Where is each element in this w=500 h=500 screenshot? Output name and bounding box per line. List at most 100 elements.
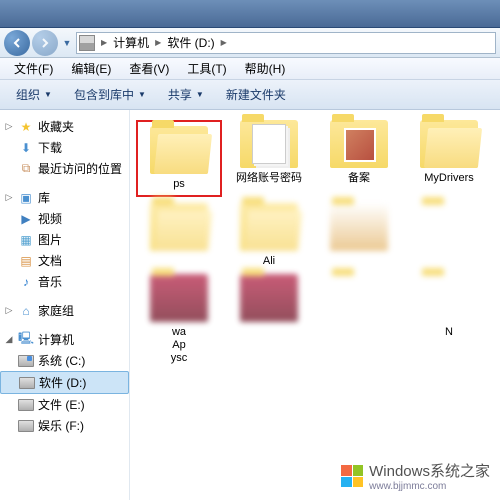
tree-music[interactable]: ♪音乐 — [0, 271, 129, 292]
tree-drive-e[interactable]: 文件 (E:) — [0, 394, 129, 415]
folder-ali[interactable]: Ali — [226, 203, 312, 268]
recent-icon: ⧉ — [18, 161, 34, 177]
back-button[interactable] — [4, 30, 30, 56]
file-icon — [330, 274, 388, 322]
chevron-right-icon: ▶ — [219, 38, 229, 47]
file-item[interactable] — [406, 203, 492, 268]
tree-label: 音乐 — [38, 273, 62, 290]
file-pane[interactable]: ps 网络账号密码 备案 MyDrivers Ali — [130, 110, 500, 500]
picture-icon: ▦ — [18, 232, 34, 248]
drive-icon — [79, 35, 95, 51]
tree-label: 计算机 — [38, 331, 74, 348]
organize-button[interactable]: 组织 ▼ — [8, 82, 60, 107]
file-label: ps — [173, 178, 185, 191]
folder-ps[interactable]: ps — [136, 120, 222, 197]
file-item[interactable] — [226, 274, 312, 365]
drive-icon — [18, 399, 34, 411]
address-bar: ▼ ▶ 计算机 ▶ 软件 (D:) ▶ — [0, 28, 500, 58]
chevron-down-icon: ▼ — [196, 90, 204, 99]
file-item[interactable] — [316, 203, 402, 268]
drive-icon — [19, 377, 35, 389]
folder-icon — [150, 126, 208, 174]
collapse-icon: ▷ — [4, 122, 14, 132]
breadcrumb-drive[interactable]: 软件 (D:) — [163, 34, 218, 51]
tree-downloads[interactable]: ⬇ 下载 — [0, 137, 129, 158]
tree-label: 家庭组 — [38, 302, 74, 319]
new-folder-button[interactable]: 新建文件夹 — [218, 82, 294, 107]
menu-tools[interactable]: 工具(T) — [179, 58, 234, 79]
collapse-icon: ▷ — [4, 306, 14, 316]
tree-homegroup[interactable]: ▷ ⌂ 家庭组 — [0, 300, 129, 321]
drive-icon — [18, 420, 34, 432]
tree-pictures[interactable]: ▦图片 — [0, 229, 129, 250]
music-icon: ♪ — [18, 274, 34, 290]
tree-label: 最近访问的位置 — [38, 160, 122, 177]
chevron-down-icon: ▼ — [138, 90, 146, 99]
tree-label: 收藏夹 — [38, 118, 74, 135]
forward-button[interactable] — [32, 30, 58, 56]
archive-icon — [240, 274, 298, 322]
tree-label: 视频 — [38, 210, 62, 227]
tree-label: 库 — [38, 189, 50, 206]
file-icon — [420, 203, 478, 251]
drive-icon — [18, 355, 34, 367]
document-icon: ▤ — [18, 253, 34, 269]
share-button[interactable]: 共享 ▼ — [160, 82, 212, 107]
folder-icon — [240, 203, 298, 251]
file-item[interactable]: N — [406, 274, 492, 365]
library-icon: ▣ — [18, 190, 34, 206]
tree-label: 娱乐 (F:) — [38, 417, 84, 434]
video-icon: ▶ — [18, 211, 34, 227]
window-titlebar — [0, 0, 500, 28]
folder-beian[interactable]: 备案 — [316, 120, 402, 197]
toolbar: 组织 ▼ 包含到库中 ▼ 共享 ▼ 新建文件夹 — [0, 80, 500, 110]
tree-label: 图片 — [38, 231, 62, 248]
homegroup-icon: ⌂ — [18, 303, 34, 319]
folder-icon — [420, 120, 478, 168]
file-label: MyDrivers — [424, 172, 474, 185]
tree-videos[interactable]: ▶视频 — [0, 208, 129, 229]
path-box[interactable]: ▶ 计算机 ▶ 软件 (D:) ▶ — [76, 32, 496, 54]
history-dropdown[interactable]: ▼ — [60, 34, 74, 52]
tree-label: 软件 (D:) — [39, 374, 86, 391]
chevron-right-icon: ▶ — [99, 38, 109, 47]
tree-drive-f[interactable]: 娱乐 (F:) — [0, 415, 129, 436]
computer-icon: 🖳 — [18, 332, 34, 348]
chevron-down-icon: ▼ — [44, 90, 52, 99]
tree-label: 文件 (E:) — [38, 396, 85, 413]
tree-drive-d[interactable]: 软件 (D:) — [0, 371, 129, 394]
file-zip[interactable]: wa Ap ysc 5.5.12-64b.zip — [136, 274, 222, 365]
file-icon — [330, 203, 388, 251]
tree-label: 下载 — [38, 139, 62, 156]
file-label: 网络账号密码 — [236, 172, 302, 185]
watermark-sub: 系统之家 — [430, 463, 490, 480]
file-label: Ali — [263, 255, 275, 268]
folder-icon — [150, 203, 208, 251]
folder-icon — [330, 120, 388, 168]
tree-label: 文档 — [38, 252, 62, 269]
tree-libraries[interactable]: ▷ ▣ 库 — [0, 187, 129, 208]
star-icon: ★ — [18, 119, 34, 135]
watermark-url: www.bjjmmc.com — [369, 481, 490, 492]
download-icon: ⬇ — [18, 140, 34, 156]
menu-view[interactable]: 查看(V) — [121, 58, 177, 79]
folder-item[interactable] — [136, 203, 222, 268]
menu-help[interactable]: 帮助(H) — [237, 58, 294, 79]
tree-recent[interactable]: ⧉ 最近访问的位置 — [0, 158, 129, 179]
include-library-button[interactable]: 包含到库中 ▼ — [66, 82, 154, 107]
tree-computer[interactable]: ◢ 🖳 计算机 — [0, 329, 129, 350]
tree-documents[interactable]: ▤文档 — [0, 250, 129, 271]
menu-file[interactable]: 文件(F) — [6, 58, 61, 79]
tree-label: 系统 (C:) — [38, 352, 85, 369]
tree-drive-c[interactable]: 系统 (C:) — [0, 350, 129, 371]
folder-network-password[interactable]: 网络账号密码 — [226, 120, 312, 197]
watermark: Windows系统之家 www.bjjmmc.com — [341, 460, 490, 492]
tree-favorites[interactable]: ▷ ★ 收藏夹 — [0, 116, 129, 137]
folder-mydrivers[interactable]: MyDrivers — [406, 120, 492, 197]
file-label: N — [445, 326, 453, 339]
file-item[interactable] — [316, 274, 402, 365]
chevron-right-icon: ▶ — [153, 38, 163, 47]
breadcrumb-computer[interactable]: 计算机 — [109, 34, 153, 51]
folder-icon — [240, 120, 298, 168]
menu-edit[interactable]: 编辑(E) — [63, 58, 119, 79]
